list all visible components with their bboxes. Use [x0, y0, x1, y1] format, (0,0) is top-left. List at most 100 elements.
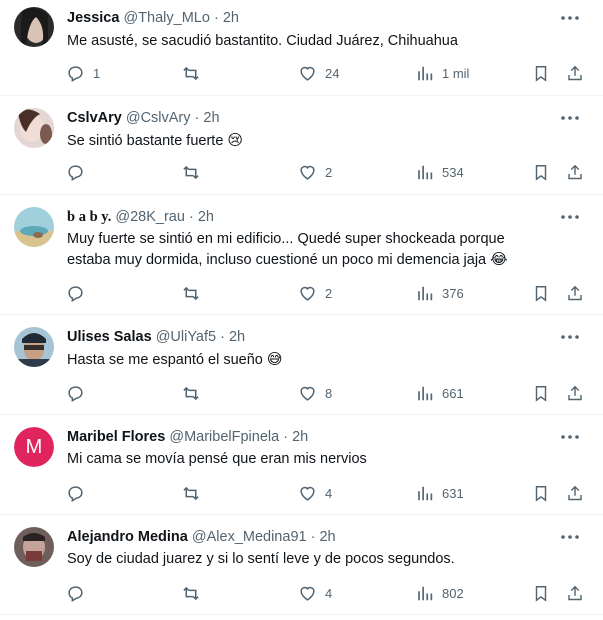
- bookmark-icon: [535, 65, 547, 82]
- display-name[interactable]: Alejandro Medina: [67, 529, 188, 545]
- bookmark-button[interactable]: [532, 381, 550, 405]
- laughing-emoji: 😂: [490, 250, 508, 268]
- like-button[interactable]: 4: [298, 581, 332, 605]
- views-button[interactable]: 534: [416, 160, 464, 184]
- tweet[interactable]: M Maribel Flores @MaribelFpinela · 2h Mi…: [0, 415, 603, 515]
- share-button[interactable]: [566, 160, 584, 184]
- avatar[interactable]: [14, 7, 54, 47]
- user-handle[interactable]: @CslvAry: [126, 110, 191, 126]
- timestamp[interactable]: 2h: [229, 329, 245, 345]
- reply-button[interactable]: [66, 160, 93, 184]
- share-button[interactable]: [566, 61, 584, 85]
- share-button[interactable]: [566, 281, 584, 305]
- views-button[interactable]: 802: [416, 581, 464, 605]
- crying-emoji: 😢: [227, 131, 244, 149]
- share-button[interactable]: [566, 581, 584, 605]
- tweet-header: Jessica @Thaly_MLo · 2h: [67, 9, 553, 27]
- user-handle[interactable]: @UliYaf5: [156, 329, 216, 345]
- share-icon: [568, 65, 582, 80]
- separator-dot: ·: [213, 10, 219, 26]
- avatar[interactable]: [14, 108, 54, 148]
- retweet-button[interactable]: [181, 160, 209, 184]
- user-handle[interactable]: @Alex_Medina91: [192, 529, 307, 545]
- like-button[interactable]: 2: [298, 281, 332, 305]
- avatar-photo: [14, 527, 54, 567]
- like-button[interactable]: 24: [298, 61, 339, 85]
- like-button[interactable]: 4: [298, 481, 332, 505]
- avatar-letter: M: [14, 427, 54, 467]
- share-button[interactable]: [566, 381, 584, 405]
- tweet[interactable]: b a b y. @28K_rau · 2h Muy fuerte se sin…: [0, 195, 603, 315]
- timestamp[interactable]: 2h: [203, 110, 219, 126]
- like-button[interactable]: 8: [298, 381, 332, 405]
- views-icon: [418, 586, 433, 600]
- more-icon[interactable]: [557, 325, 583, 349]
- reply-count: 1: [93, 65, 101, 81]
- bookmark-icon: [535, 285, 547, 302]
- timestamp[interactable]: 2h: [319, 529, 335, 545]
- display-name[interactable]: Jessica: [67, 10, 119, 26]
- avatar[interactable]: M: [14, 427, 54, 467]
- more-icon[interactable]: [557, 6, 583, 30]
- views-button[interactable]: 376: [416, 281, 464, 305]
- avatar-photo: [14, 7, 54, 47]
- avatar[interactable]: [14, 207, 54, 247]
- views-button[interactable]: 1 mil: [416, 61, 469, 85]
- avatar[interactable]: [14, 527, 54, 567]
- avatar-photo: [14, 108, 54, 148]
- action-bar: 2 376: [0, 281, 603, 305]
- action-bar: 2 534: [0, 160, 603, 184]
- retweet-button[interactable]: [181, 61, 209, 85]
- user-handle[interactable]: @MaribelFpinela: [169, 429, 279, 445]
- reply-button[interactable]: 1: [66, 61, 100, 85]
- bookmark-button[interactable]: [532, 481, 550, 505]
- display-name[interactable]: Maribel Flores: [67, 429, 165, 445]
- more-icon[interactable]: [557, 205, 583, 229]
- tweet-text-body: Se sintió bastante fuerte: [67, 133, 224, 149]
- display-name[interactable]: Ulises Salas: [67, 329, 152, 345]
- user-handle[interactable]: @28K_rau: [115, 209, 185, 225]
- reply-button[interactable]: [66, 281, 93, 305]
- retweet-icon: [183, 386, 199, 400]
- retweet-icon: [183, 586, 199, 600]
- like-count: 4: [325, 485, 333, 501]
- bookmark-button[interactable]: [532, 281, 550, 305]
- timestamp[interactable]: 2h: [223, 10, 239, 26]
- reply-button[interactable]: [66, 481, 93, 505]
- timestamp[interactable]: 2h: [292, 429, 308, 445]
- bookmark-icon: [535, 485, 547, 502]
- share-icon: [568, 164, 582, 179]
- tweet[interactable]: Jessica @Thaly_MLo · 2h Me asusté, se sa…: [0, 0, 603, 96]
- retweet-button[interactable]: [181, 281, 209, 305]
- tweet[interactable]: Alejandro Medina @Alex_Medina91 · 2h Soy…: [0, 515, 603, 615]
- views-icon: [418, 66, 433, 80]
- share-icon: [568, 385, 582, 400]
- bookmark-button[interactable]: [532, 160, 550, 184]
- tweet[interactable]: Ulises Salas @UliYaf5 · 2h Hasta se me e…: [0, 315, 603, 415]
- reply-button[interactable]: [66, 381, 93, 405]
- tweet-text: Mi cama se movía pensé que eran mis nerv…: [67, 449, 583, 469]
- more-icon[interactable]: [557, 106, 583, 130]
- tweet[interactable]: CslvAry @CslvAry · 2h Se sintió bastante…: [0, 96, 603, 195]
- bookmark-button[interactable]: [532, 61, 550, 85]
- tweet-header: CslvAry @CslvAry · 2h: [67, 109, 553, 127]
- display-name[interactable]: CslvAry: [67, 110, 122, 126]
- more-icon[interactable]: [557, 425, 583, 449]
- user-handle[interactable]: @Thaly_MLo: [123, 10, 209, 26]
- bookmark-button[interactable]: [532, 581, 550, 605]
- like-icon: [300, 286, 315, 301]
- like-count: 8: [325, 385, 333, 401]
- retweet-button[interactable]: [181, 381, 209, 405]
- views-button[interactable]: 661: [416, 381, 464, 405]
- retweet-button[interactable]: [181, 481, 209, 505]
- like-button[interactable]: 2: [298, 160, 332, 184]
- avatar[interactable]: [14, 327, 54, 367]
- more-icon[interactable]: [557, 525, 583, 549]
- reply-button[interactable]: [66, 581, 93, 605]
- views-button[interactable]: 631: [416, 481, 464, 505]
- views-count: 534: [442, 164, 464, 180]
- timestamp[interactable]: 2h: [198, 209, 214, 225]
- display-name[interactable]: b a b y.: [67, 209, 111, 225]
- share-button[interactable]: [566, 481, 584, 505]
- retweet-button[interactable]: [181, 581, 209, 605]
